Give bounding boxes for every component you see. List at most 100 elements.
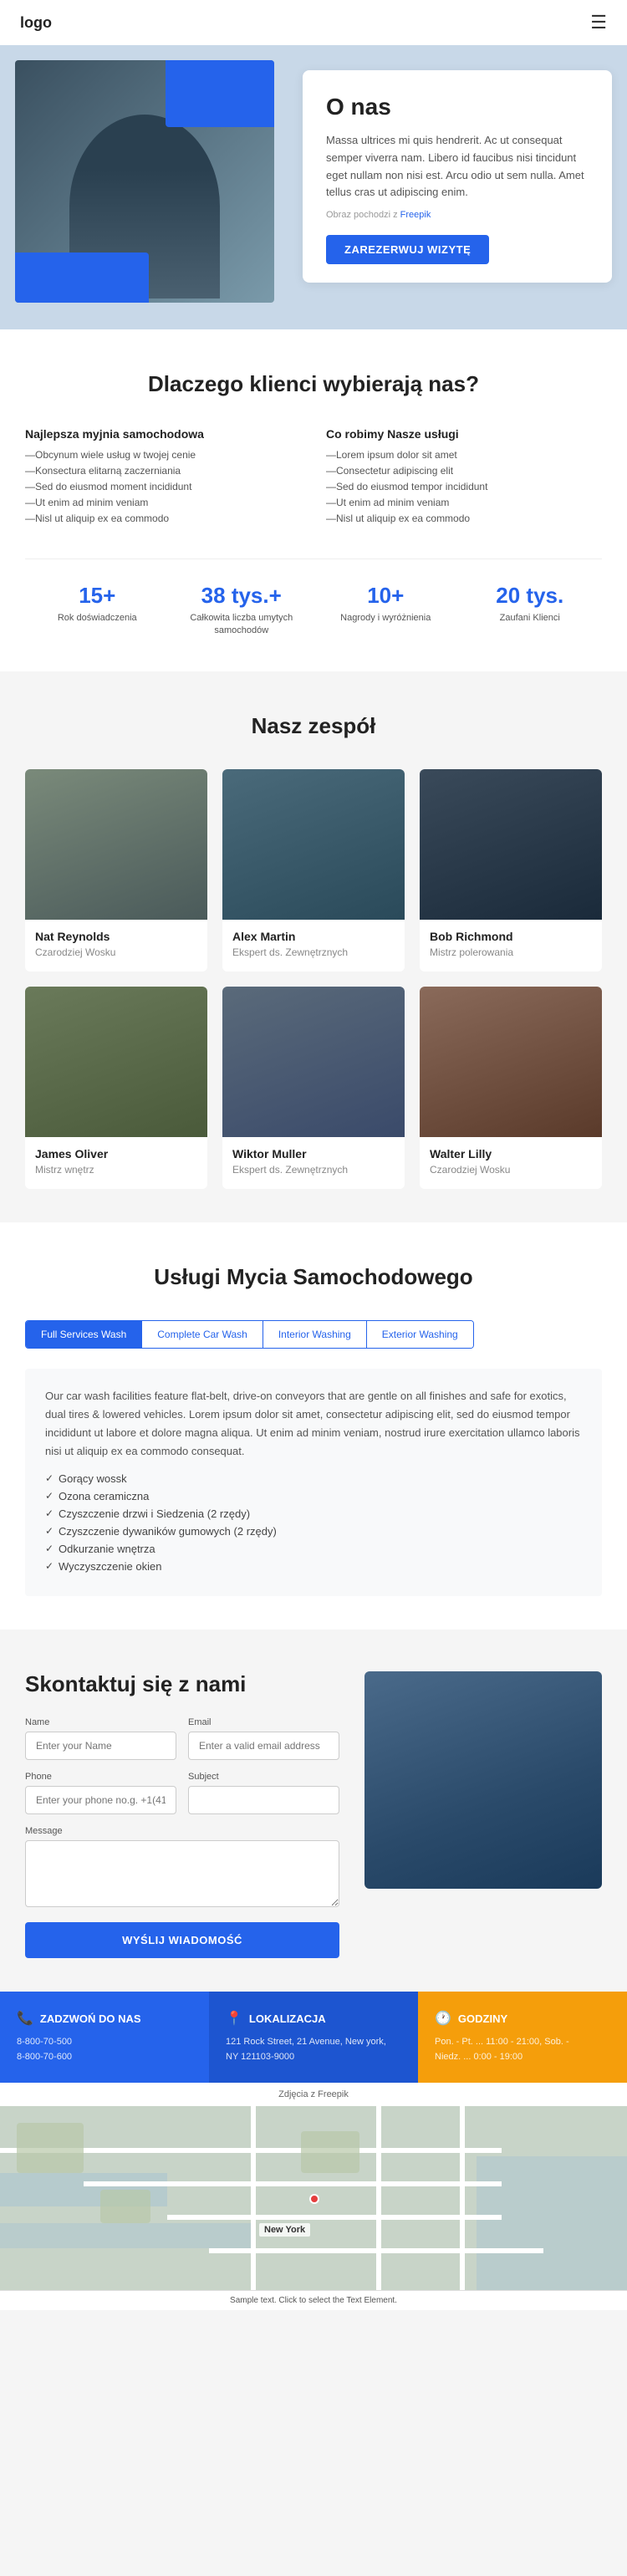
reserve-button[interactable]: ZAREZERWUJ WIZYTĘ [326, 235, 489, 264]
stat-number: 10+ [314, 583, 458, 609]
map-footer: Sample text. Click to select the Text El… [0, 2290, 627, 2310]
hero-card: O nas Massa ultrices mi quis hendrerit. … [303, 70, 612, 283]
map-road-v3 [460, 2106, 465, 2290]
why-col2-item: Nisl ut aliquip ex ea commodo [326, 513, 602, 524]
map-green-1 [17, 2123, 84, 2173]
contact-image-credit: Zdjęcia z Freepik [0, 2083, 627, 2106]
why-col1-item: Obcynum wiele usług w twojej cenie [25, 449, 301, 461]
phone-input[interactable] [25, 1786, 176, 1814]
services-tabs: Full Services WashComplete Car WashInter… [25, 1320, 474, 1349]
stat-item: 15+ Rok doświadczenia [25, 583, 170, 638]
info-card-line: 8-800-70-500 [17, 2035, 192, 2050]
info-card: 🕐 GODZINY Pon. - Pt. ... 11:00 - 21:00, … [418, 1992, 627, 2083]
team-member-role: Czarodziej Wosku [430, 1164, 592, 1176]
team-photo [420, 769, 602, 920]
map-water-3 [477, 2156, 627, 2290]
stat-label: Nagrody i wyróżnienia [314, 612, 458, 625]
info-card: 📍 LOKALIZACJA 121 Rock Street, 21 Avenue… [209, 1992, 418, 2083]
services-tab[interactable]: Exterior Washing [367, 1321, 473, 1348]
hero-accent-bottom [15, 252, 149, 303]
hero-title: O nas [326, 94, 589, 120]
info-card-title: ZADZWOŃ DO NAS [40, 2012, 141, 2025]
info-card: 📞 ZADZWOŃ DO NAS 8-800-70-5008-800-70-60… [0, 1992, 209, 2083]
why-col1-item: Konsectura elitarną zaczerniania [25, 465, 301, 477]
contact-photo [364, 1671, 602, 1889]
services-tab[interactable]: Complete Car Wash [142, 1321, 263, 1348]
team-photo [25, 769, 207, 920]
team-card: Bob Richmond Mistrz polerowania [420, 769, 602, 972]
info-card-title: GODZINY [458, 2012, 507, 2025]
map-section: New York [0, 2106, 627, 2290]
why-col1-item: Nisl ut aliquip ex ea commodo [25, 513, 301, 524]
hero-image [15, 60, 274, 303]
stat-number: 38 tys.+ [170, 583, 314, 609]
team-member-name: Wiktor Muller [232, 1147, 395, 1160]
form-group-subject: Subject [188, 1772, 339, 1814]
why-col2-item: Sed do eiusmod tempor incididunt [326, 481, 602, 492]
stat-item: 20 tys. Zaufani Klienci [458, 583, 603, 638]
contact-photo-inner [364, 1671, 602, 1889]
services-tab[interactable]: Full Services Wash [26, 1321, 142, 1348]
team-card: Wiktor Muller Ekspert ds. Zewnętrznych [222, 987, 405, 1189]
why-col-1: Najlepsza myjnia samochodowa Obcynum wie… [25, 427, 301, 528]
services-tab[interactable]: Interior Washing [263, 1321, 367, 1348]
info-card-line: 121 Rock Street, 21 Avenue, New york, [226, 2035, 401, 2050]
info-card-line: Niedz. ... 0:00 - 19:00 [435, 2050, 610, 2065]
team-member-name: Nat Reynolds [35, 930, 197, 943]
map-pin [309, 2194, 319, 2204]
form-group-message: Message [25, 1826, 339, 1907]
subject-input[interactable] [188, 1786, 339, 1814]
info-card-header: 🕐 GODZINY [435, 2010, 610, 2027]
stat-label: Całkowita liczba umytych samochodów [170, 612, 314, 638]
name-input[interactable] [25, 1732, 176, 1760]
team-member-name: Bob Richmond [430, 930, 592, 943]
phone-label: Phone [25, 1772, 176, 1782]
team-photo [222, 987, 405, 1137]
info-card-line: 8-800-70-600 [17, 2050, 192, 2065]
why-col1-item: Sed do eiusmod moment incididunt [25, 481, 301, 492]
form-group-phone: Phone [25, 1772, 176, 1814]
why-grid: Najlepsza myjnia samochodowa Obcynum wie… [25, 427, 602, 528]
services-title: Usługi Mycia Samochodowego [25, 1264, 602, 1290]
info-card-line: Pon. - Pt. ... 11:00 - 21:00, Sob. - [435, 2035, 610, 2050]
why-col2-list: Lorem ipsum dolor sit ametConsectetur ad… [326, 449, 602, 524]
message-textarea[interactable] [25, 1840, 339, 1907]
services-checklist: Gorący wosskOzona ceramicznaCzyszczenie … [45, 1472, 582, 1573]
contact-section: Skontaktuj się z nami Name Email Phone S… [0, 1630, 627, 1992]
message-label: Message [25, 1826, 339, 1836]
map-road-h3 [167, 2215, 502, 2220]
info-card-icon: 🕐 [435, 2010, 451, 2027]
contact-title: Skontaktuj się z nami [25, 1671, 339, 1697]
stat-label: Rok doświadczenia [25, 612, 170, 625]
team-card: Alex Martin Ekspert ds. Zewnętrznych [222, 769, 405, 972]
stat-number: 15+ [25, 583, 170, 609]
team-grid: Nat Reynolds Czarodziej Wosku Alex Marti… [25, 769, 602, 1189]
map-green-3 [301, 2131, 359, 2173]
map-green-2 [100, 2190, 150, 2223]
why-col1-list: Obcynum wiele usług w twojej cenie Konsec… [25, 449, 301, 524]
team-member-name: James Oliver [35, 1147, 197, 1160]
team-member-name: Walter Lilly [430, 1147, 592, 1160]
services-content: Our car wash facilities feature flat-bel… [25, 1369, 602, 1596]
why-title: Dlaczego klienci wybierają nas? [25, 371, 602, 397]
navbar: logo ☰ [0, 0, 627, 45]
contact-form-side: Skontaktuj się z nami Name Email Phone S… [25, 1671, 339, 1958]
submit-button[interactable]: WYŚLIJ WIADOMOŚĆ [25, 1922, 339, 1958]
why-col1-title: Najlepsza myjnia samochodowa [25, 427, 301, 441]
hero-accent-top [166, 60, 274, 127]
map-water-2 [0, 2223, 251, 2248]
hero-image-credit: Obraz pochodzi z Freepik [326, 208, 589, 223]
why-col2-item: Ut enim ad minim veniam [326, 497, 602, 508]
team-photo [420, 987, 602, 1137]
map-road-v1 [251, 2106, 256, 2290]
team-member-role: Ekspert ds. Zewnętrznych [232, 946, 395, 958]
image-credit-link[interactable]: Freepik [400, 210, 431, 220]
hero-section: O nas Massa ultrices mi quis hendrerit. … [0, 45, 627, 329]
why-col-2: Co robimy Nasze usługi Lorem ipsum dolor… [326, 427, 602, 528]
service-checklist-item: Czyszczenie dywaników gumowych (2 rzędy) [45, 1525, 582, 1538]
hamburger-icon[interactable]: ☰ [590, 12, 607, 33]
team-section: Nasz zespół Nat Reynolds Czarodziej Wosk… [0, 671, 627, 1222]
why-col2-item: Lorem ipsum dolor sit amet [326, 449, 602, 461]
team-photo [25, 987, 207, 1137]
email-input[interactable] [188, 1732, 339, 1760]
